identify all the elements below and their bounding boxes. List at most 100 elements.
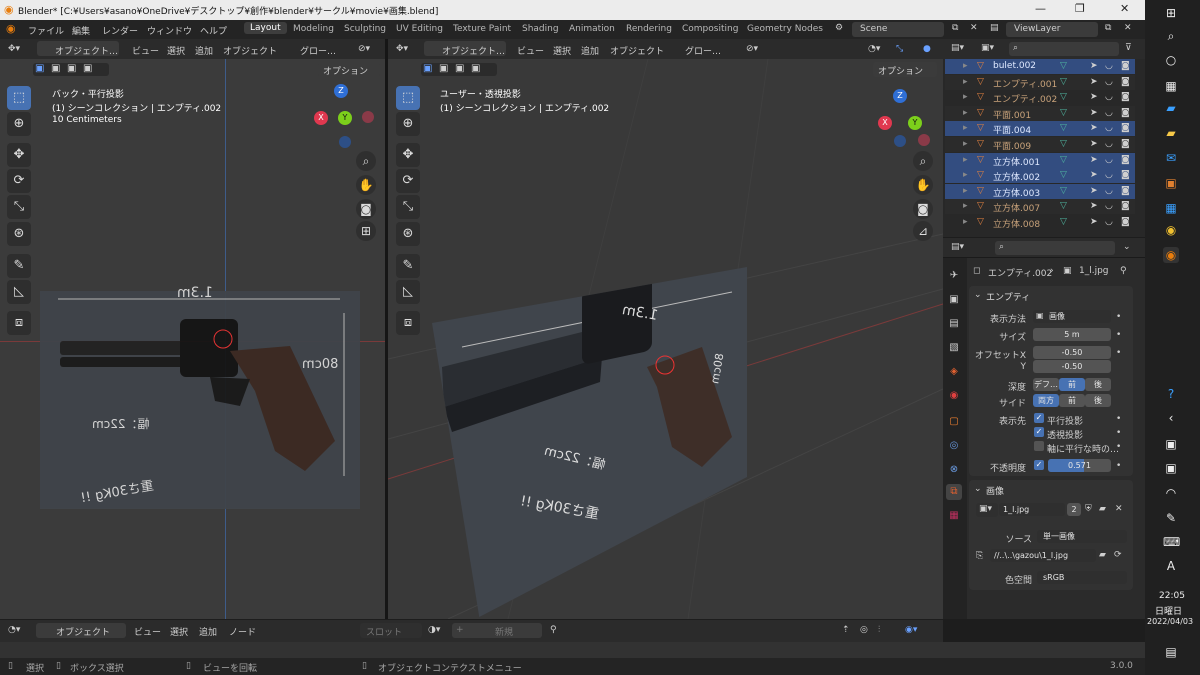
bottom-menu-add[interactable]: 追加 xyxy=(199,625,217,638)
keyboard-icon[interactable]: ⌨ xyxy=(1163,534,1180,550)
texture-tab-icon[interactable]: ▦ xyxy=(946,508,962,524)
gizmo-x-right[interactable]: X xyxy=(878,116,892,130)
gizmo-toggle-icon[interactable]: ⤡ xyxy=(896,44,903,54)
expand-arrow-icon[interactable]: ▸ xyxy=(963,201,968,211)
source-dropdown[interactable]: 単一画像 xyxy=(1037,530,1127,543)
minimize-button[interactable]: — xyxy=(1035,2,1046,15)
opacity-slider[interactable]: 0.571 xyxy=(1048,459,1111,472)
windows-start-icon[interactable]: ⊞ xyxy=(1163,5,1179,21)
select-arrow-icon[interactable]: ➤ xyxy=(1090,108,1098,118)
select-arrow-icon[interactable]: ➤ xyxy=(1090,77,1098,87)
image-panel-title[interactable]: 画像 xyxy=(986,484,1004,497)
add-cube-tool[interactable]: ⧈ xyxy=(7,311,31,335)
timeline-area[interactable] xyxy=(0,642,1145,658)
close-button[interactable]: ✕ xyxy=(1120,2,1129,15)
blender-menu-icon[interactable]: ◉ xyxy=(6,22,16,35)
image-folder-icon[interactable]: ▰ xyxy=(1099,504,1106,514)
menu-edit[interactable]: 編集 xyxy=(72,24,90,37)
tray-app2-icon[interactable]: ▣ xyxy=(1163,460,1179,476)
bottom-menu-view[interactable]: ビュー xyxy=(134,625,161,638)
image-unlink-icon[interactable]: ✕ xyxy=(1115,504,1123,514)
outliner-row[interactable]: ▸ ▽ bulet.002 ▽ ➤ ◡ ◙ xyxy=(945,59,1135,74)
offsetx-keyframe-dot[interactable]: • xyxy=(1116,348,1121,358)
left-menu-view[interactable]: ビュー xyxy=(132,44,159,57)
fake-user-shield-icon[interactable]: ⛨ xyxy=(1085,504,1092,514)
outliner-row[interactable]: ▸ ▽ エンプティ.001 ▽ ➤ ◡ ◙ xyxy=(945,74,1135,90)
left-options-button[interactable]: オプション xyxy=(318,62,380,77)
image-browse-button[interactable]: ▣▾ xyxy=(976,503,998,517)
reference-image-ortho[interactable]: 1.3m 80cm 幅：22cm 重さ30Kg !! xyxy=(40,285,360,509)
select-arrow-icon[interactable]: ➤ xyxy=(1090,186,1098,196)
render-camera-icon[interactable]: ◙ xyxy=(1121,170,1130,180)
outliner-item-name[interactable]: エンプティ.002 xyxy=(993,92,1057,105)
outliner-row[interactable]: ▸ ▽ 立方体.001 ▽ ➤ ◡ ◙ xyxy=(945,152,1135,168)
left-menu-object[interactable]: オブジェクト xyxy=(223,44,277,57)
pan-hand-icon[interactable]: ✋ xyxy=(356,175,376,195)
select-extend-icon[interactable]: ▣ xyxy=(51,63,60,74)
gizmo-y-right[interactable]: Y xyxy=(908,116,922,130)
image-name-field[interactable]: 1_l.jpg xyxy=(999,503,1065,516)
filepath-reload-icon[interactable]: ⟳ xyxy=(1114,550,1122,560)
tab-animation[interactable]: Animation xyxy=(569,24,615,34)
outliner-editor-icon[interactable]: ▤▾ xyxy=(951,43,964,53)
gizmo-neg-x[interactable] xyxy=(362,111,374,123)
zoom-icon-right[interactable]: ⌕ xyxy=(913,151,933,171)
viewlayer-new-icon[interactable]: ⧉ xyxy=(1105,23,1111,33)
annotate-tool-right[interactable]: ✎ xyxy=(396,254,420,278)
annotate-tool[interactable]: ✎ xyxy=(7,254,31,278)
scene-new-icon[interactable]: ⧉ xyxy=(952,23,958,33)
right-menu-add[interactable]: 追加 xyxy=(581,44,599,57)
render-camera-icon[interactable]: ◙ xyxy=(1121,186,1130,196)
perspective-toggle-icon[interactable]: ⊿ xyxy=(913,221,933,241)
gizmo-neg-z[interactable] xyxy=(339,136,351,148)
clock-time[interactable]: 22:05 xyxy=(1159,591,1185,601)
menu-window[interactable]: ウィンドウ xyxy=(147,24,192,37)
cursor-tool-right[interactable]: ⊕ xyxy=(396,112,420,136)
filepath-browse-icon[interactable]: ▰ xyxy=(1099,550,1106,560)
size-keyframe-dot[interactable]: • xyxy=(1116,330,1121,340)
bottom-editor-type-icon[interactable]: ◔▾ xyxy=(8,625,20,635)
outliner-item-name[interactable]: 平面.009 xyxy=(993,139,1031,152)
tab-sculpting[interactable]: Sculpting xyxy=(344,24,386,34)
gizmo-z[interactable]: Z xyxy=(334,84,348,98)
expand-arrow-icon[interactable]: ▸ xyxy=(963,77,968,87)
outliner-item-name[interactable]: bulet.002 xyxy=(993,61,1036,71)
outliner-display-icon[interactable]: ▣▾ xyxy=(981,43,994,53)
expand-arrow-icon[interactable]: ▸ xyxy=(963,186,968,196)
select-box-tool[interactable]: ⬚ xyxy=(7,86,31,110)
select-arrow-icon[interactable]: ➤ xyxy=(1090,155,1098,165)
outliner-row[interactable]: ▸ ▽ 立方体.002 ▽ ➤ ◡ ◙ xyxy=(945,168,1135,184)
select-arrow-icon[interactable]: ➤ xyxy=(1090,139,1098,149)
scale-tool-right[interactable]: ⤡ xyxy=(396,195,420,219)
pen-icon[interactable]: ✎ xyxy=(1163,510,1179,526)
expand-arrow-icon[interactable]: ▸ xyxy=(963,92,968,102)
ortho-grid-icon[interactable]: ⊞ xyxy=(356,221,376,241)
notification-icon[interactable]: ▤ xyxy=(1163,644,1179,660)
outliner-item-name[interactable]: 平面.001 xyxy=(993,108,1031,121)
gizmo-y[interactable]: Y xyxy=(338,111,352,125)
tab-uv-editing[interactable]: UV Editing xyxy=(396,24,443,34)
task-view-icon[interactable]: ○ xyxy=(1163,52,1179,68)
show-ortho-dot[interactable]: • xyxy=(1116,414,1121,424)
tab-rendering[interactable]: Rendering xyxy=(626,24,672,34)
outliner-row[interactable]: ▸ ▽ 平面.009 ▽ ➤ ◡ ◙ xyxy=(945,137,1135,152)
render-camera-icon[interactable]: ◙ xyxy=(1121,61,1130,71)
help-icon[interactable]: ? xyxy=(1163,386,1179,402)
select-subtract-icon[interactable]: ▣ xyxy=(67,63,76,74)
parent-node-icon[interactable]: ⇡ xyxy=(842,625,850,635)
expand-arrow-icon[interactable]: ▸ xyxy=(963,170,968,180)
expand-arrow-icon[interactable]: ▸ xyxy=(963,139,968,149)
transform-tool[interactable]: ⊛ xyxy=(7,222,31,246)
visibility-icon[interactable]: ◡ xyxy=(1105,92,1113,102)
select-box-tool-right[interactable]: ⬚ xyxy=(396,86,420,110)
display-keyframe-dot[interactable]: • xyxy=(1116,312,1121,322)
shading-solid-icon[interactable]: ● xyxy=(923,44,931,54)
empty-panel-collapse-icon[interactable]: ⌄ xyxy=(974,290,982,300)
show-ortho-checkbox[interactable]: ✓ xyxy=(1034,413,1044,423)
measure-tool-right[interactable]: ◺ xyxy=(396,280,420,304)
tab-shading[interactable]: Shading xyxy=(522,24,559,34)
mail-icon[interactable]: ✉ xyxy=(1163,150,1179,166)
move-tool[interactable]: ✥ xyxy=(7,143,31,167)
select-arrow-icon[interactable]: ➤ xyxy=(1090,61,1098,71)
visibility-icon[interactable]: ◡ xyxy=(1105,201,1113,211)
